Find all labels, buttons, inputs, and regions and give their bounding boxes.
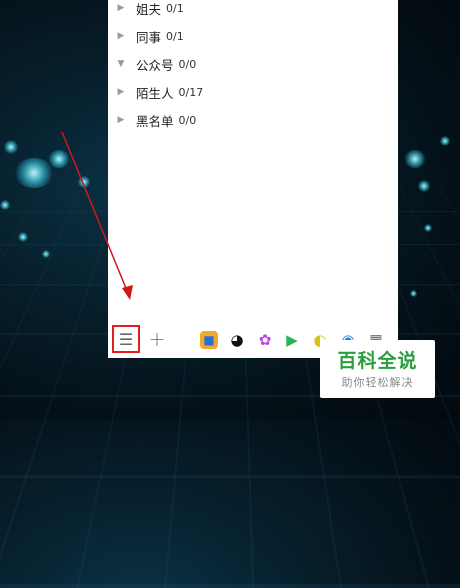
plus-icon: + bbox=[148, 327, 166, 351]
background-light bbox=[48, 150, 70, 168]
main-menu-button[interactable]: ☰ bbox=[112, 325, 140, 353]
background-light bbox=[404, 150, 426, 168]
caret-down-icon: ▼ bbox=[117, 59, 125, 69]
contact-group-list: ▶ 姐夫 0/1 ▶ 同事 0/1 ▼ 公众号 0/0 ▶ 陌生人 0/17 ▶… bbox=[108, 0, 398, 134]
group-count: 0/1 bbox=[166, 1, 184, 15]
group-name: 同事 bbox=[136, 29, 162, 45]
group-name: 公众号 bbox=[136, 57, 174, 73]
background-light bbox=[18, 232, 28, 242]
background-light bbox=[0, 200, 10, 210]
contact-group[interactable]: ▶ 黑名单 0/0 bbox=[108, 106, 398, 134]
video-play-icon[interactable]: ▶ bbox=[283, 331, 301, 349]
group-count: 0/0 bbox=[178, 57, 197, 71]
caret-right-icon: ▶ bbox=[117, 31, 125, 41]
watermark: 百科全说 助你轻松解决 bbox=[320, 340, 435, 398]
contact-group[interactable]: ▶ 陌生人 0/17 bbox=[108, 78, 398, 106]
background-light bbox=[78, 176, 90, 188]
group-name: 黑名单 bbox=[136, 113, 174, 129]
caret-right-icon: ▶ bbox=[117, 87, 125, 97]
group-name: 姐夫 bbox=[136, 1, 162, 17]
menu-icon: ☰ bbox=[118, 329, 134, 349]
background-light bbox=[440, 136, 450, 146]
background-light bbox=[410, 290, 417, 297]
contact-group[interactable]: ▶ 同事 0/1 bbox=[108, 22, 398, 50]
background-light bbox=[424, 224, 432, 232]
contact-panel: ▶ 姐夫 0/1 ▶ 同事 0/1 ▼ 公众号 0/0 ▶ 陌生人 0/17 ▶… bbox=[108, 0, 398, 358]
group-count: 0/0 bbox=[178, 113, 197, 127]
background-light bbox=[418, 180, 430, 192]
group-count: 0/17 bbox=[178, 85, 204, 99]
group-count: 0/1 bbox=[166, 29, 184, 43]
game-app-icon[interactable]: ■ bbox=[200, 331, 218, 349]
caret-right-icon: ▶ bbox=[117, 115, 125, 125]
flower-app-icon[interactable]: ✿ bbox=[256, 331, 274, 349]
background-light bbox=[4, 140, 18, 154]
watermark-subtitle: 助你轻松解决 bbox=[341, 376, 414, 389]
group-name: 陌生人 bbox=[136, 85, 174, 101]
penguin-app-icon[interactable]: ◕ bbox=[228, 331, 246, 349]
contact-group[interactable]: ▼ 公众号 0/0 bbox=[108, 50, 398, 78]
background-light bbox=[42, 250, 50, 258]
caret-right-icon: ▶ bbox=[117, 3, 125, 13]
watermark-title: 百科全说 bbox=[337, 350, 418, 372]
contact-group[interactable]: ▶ 姐夫 0/1 bbox=[108, 0, 398, 22]
add-button[interactable]: + bbox=[146, 325, 168, 353]
